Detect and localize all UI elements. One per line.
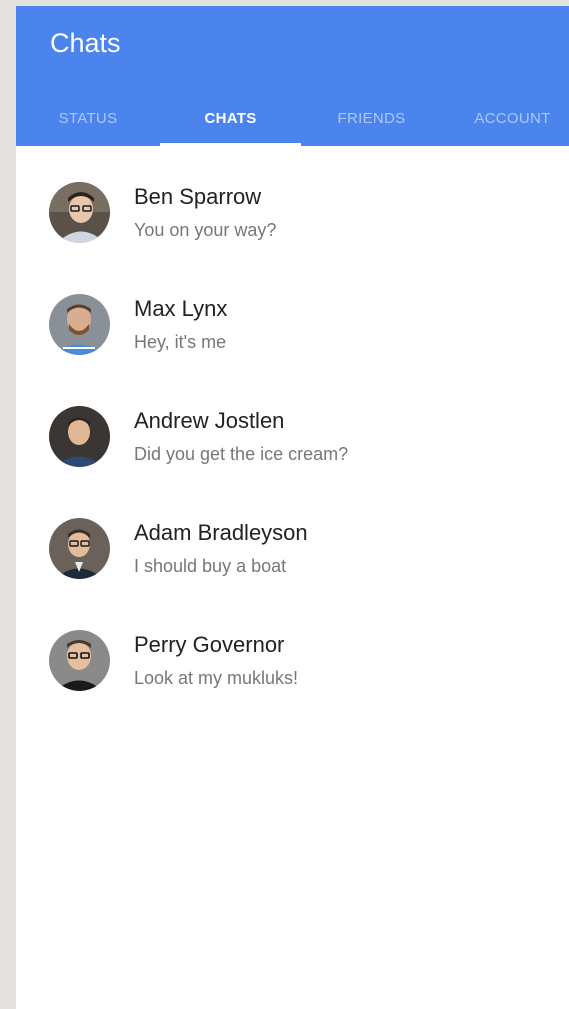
chat-item-ben-sparrow[interactable]: Ben Sparrow You on your way?: [16, 146, 569, 258]
tab-bar: STATUS CHATS FRIENDS ACCOUNT: [16, 90, 569, 146]
app-header: Chats STATUS CHATS FRIENDS ACCOUNT: [16, 6, 569, 146]
tab-account[interactable]: ACCOUNT: [442, 90, 569, 146]
chat-name: Andrew Jostlen: [134, 408, 285, 433]
chat-item-andrew-jostlen[interactable]: Andrew Jostlen Did you get the ice cream…: [16, 370, 569, 482]
avatar: [49, 630, 110, 691]
tab-chats[interactable]: CHATS: [160, 90, 301, 146]
person-avatar-icon: [49, 294, 110, 355]
chat-last-message: Hey, it's me: [134, 332, 227, 352]
chat-item-adam-bradleyson[interactable]: Adam Bradleyson I should buy a boat: [16, 482, 569, 594]
avatar: [49, 182, 110, 243]
chat-last-message: Did you get the ice cream?: [134, 444, 349, 464]
chat-last-message: Look at my mukluks!: [134, 668, 299, 688]
tab-status[interactable]: STATUS: [16, 90, 160, 146]
chat-item-perry-governor[interactable]: Perry Governor Look at my mukluks!: [16, 594, 569, 706]
avatar: [49, 406, 110, 467]
tab-friends[interactable]: FRIENDS: [301, 90, 442, 146]
chat-last-message: You on your way?: [134, 220, 277, 240]
page-title: Chats: [50, 28, 121, 58]
app-window: Chats STATUS CHATS FRIENDS ACCOUNT Ben S…: [16, 6, 569, 1009]
avatar: [49, 518, 110, 579]
person-avatar-icon: [49, 518, 110, 579]
person-avatar-icon: [49, 630, 110, 691]
chat-name: Adam Bradleyson: [134, 520, 308, 545]
chat-name: Perry Governor: [134, 632, 285, 657]
person-avatar-icon: [49, 182, 110, 243]
chat-item-max-lynx[interactable]: Max Lynx Hey, it's me: [16, 258, 569, 370]
avatar: [49, 294, 110, 355]
chat-name: Max Lynx: [134, 296, 228, 321]
chat-name: Ben Sparrow: [134, 184, 262, 209]
chat-last-message: I should buy a boat: [134, 556, 287, 576]
person-avatar-icon: [49, 406, 110, 467]
